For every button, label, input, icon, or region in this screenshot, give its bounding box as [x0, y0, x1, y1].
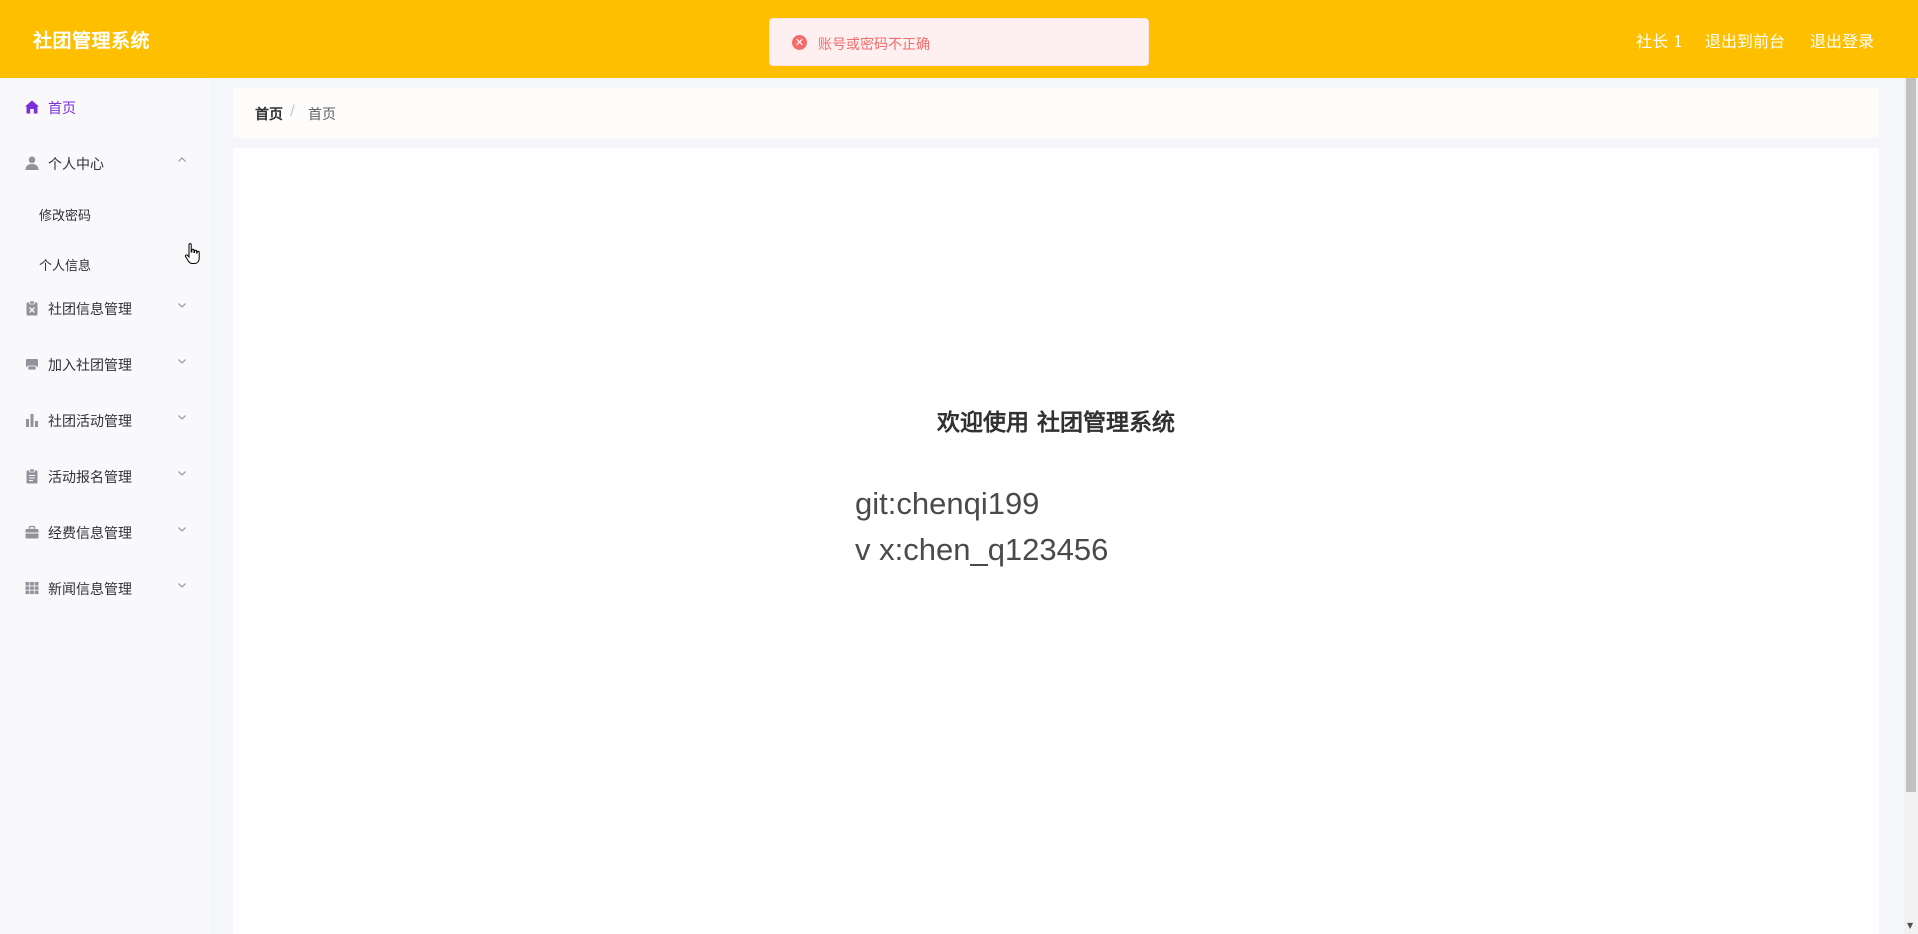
sidebar-subitem-label: 修改密码 [39, 209, 92, 224]
chevron-down-icon [178, 527, 186, 532]
back-to-front-link[interactable]: 退出到前台 [1705, 28, 1785, 52]
chevron-up-icon [178, 157, 186, 162]
info-line: v x:chen_q123456 [855, 532, 1109, 567]
user-name-link[interactable]: 社长 1 [1636, 28, 1683, 52]
user-icon [25, 156, 39, 170]
page-scrollbar[interactable]: ▼ [1904, 78, 1918, 934]
chevron-down-icon [178, 415, 186, 420]
clipboard-x-icon [26, 300, 38, 316]
sidebar-item-label: 新闻信息管理 [48, 582, 132, 598]
error-toast: ✕ 账号或密码不正确 [769, 18, 1149, 66]
bar-chart-icon [26, 414, 38, 427]
briefcase-icon [25, 525, 39, 539]
sidebar-item-activity-signup[interactable]: 活动报名管理 [0, 456, 210, 496]
sidebar-subitem-change-password[interactable]: 修改密码 [0, 194, 210, 234]
chevron-down-icon [178, 303, 186, 308]
sidebar-item-personal-center[interactable]: 个人中心 [0, 143, 210, 183]
home-icon [25, 100, 39, 114]
clipboard-icon [26, 468, 38, 484]
sidebar-item-label: 社团活动管理 [48, 414, 132, 430]
hand-cursor-icon [184, 243, 200, 264]
sidebar-item-label: 加入社团管理 [48, 358, 132, 374]
breadcrumb: 首页 / 首页 [233, 88, 1879, 138]
grid-icon [25, 582, 39, 595]
error-circle-icon: ✕ [792, 35, 807, 50]
sidebar: 首页 个人中心 修改密码 个人信息 社团信息管理 加入社团管理 社团活动管理 活… [0, 78, 210, 934]
sidebar-item-news-info[interactable]: 新闻信息管理 [0, 568, 210, 608]
sidebar-item-join-club[interactable]: 加入社团管理 [0, 344, 210, 384]
breadcrumb-current: 首页 [308, 107, 336, 123]
chevron-down-icon [178, 471, 186, 476]
sidebar-item-label: 活动报名管理 [48, 470, 132, 486]
sidebar-item-funds-info[interactable]: 经费信息管理 [0, 512, 210, 552]
breadcrumb-home[interactable]: 首页 [255, 104, 283, 124]
main-content: 欢迎使用 社团管理系统 git:chenqi199 v x:chen_q1234… [233, 148, 1879, 934]
breadcrumb-separator: / [290, 103, 295, 119]
sidebar-item-club-activity[interactable]: 社团活动管理 [0, 400, 210, 440]
logout-link[interactable]: 退出登录 [1810, 28, 1874, 52]
scroll-down-arrow-icon[interactable]: ▼ [1907, 922, 1913, 930]
app-title: 社团管理系统 [33, 30, 151, 52]
chevron-down-icon [178, 583, 186, 588]
toast-message: 账号或密码不正确 [818, 37, 930, 53]
sidebar-item-club-info[interactable]: 社团信息管理 [0, 288, 210, 328]
sidebar-item-label: 经费信息管理 [48, 526, 132, 542]
scrollbar-thumb[interactable] [1906, 78, 1916, 792]
sidebar-item-label: 社团信息管理 [48, 302, 132, 318]
sidebar-subitem-label: 个人信息 [39, 259, 92, 274]
sidebar-item-label: 个人中心 [48, 157, 104, 173]
chevron-down-icon [178, 359, 186, 364]
sidebar-item-label: 首页 [48, 101, 76, 117]
info-line: git:chenqi199 [855, 486, 1040, 521]
welcome-heading: 欢迎使用 社团管理系统 [936, 410, 1175, 436]
sidebar-subitem-personal-info[interactable]: 个人信息 [0, 244, 210, 284]
printer-icon [26, 359, 38, 371]
sidebar-item-home[interactable]: 首页 [0, 87, 210, 127]
